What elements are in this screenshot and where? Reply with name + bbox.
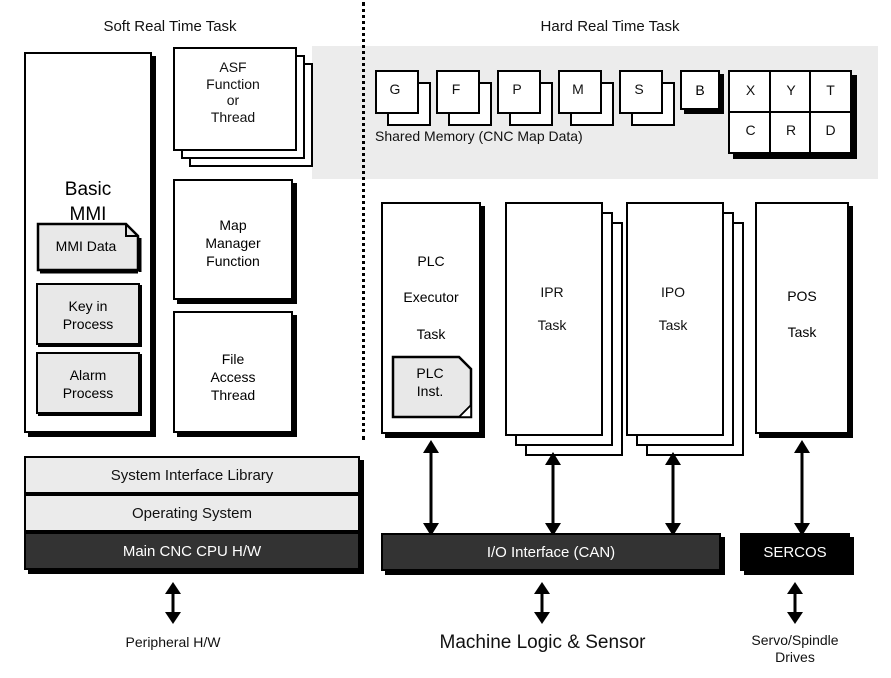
ipr-task-label: IPR Task	[537, 284, 567, 334]
shared-block-f-label: F	[451, 81, 461, 97]
ipr-task-stack[interactable]: IPR Task	[505, 202, 623, 456]
plc-inst-doc[interactable]: PLC Inst.	[391, 355, 473, 421]
shared-block-g[interactable]: G	[375, 70, 431, 126]
map-manager-box[interactable]: Map Manager Function	[173, 179, 293, 300]
map-manager-label: Map Manager Function	[205, 217, 261, 270]
ipo-to-io-arrow	[661, 452, 685, 536]
mmi-data-label: MMI Data	[55, 238, 117, 254]
servo-drives-label: Servo/Spindle Drives	[751, 632, 839, 665]
soft-hard-divider	[362, 2, 365, 440]
alarm-process-box[interactable]: Alarm Process	[36, 352, 140, 414]
io-interface-label: I/O Interface (CAN)	[486, 543, 616, 561]
shared-block-p-label: P	[512, 81, 522, 97]
system-interface-library-bar[interactable]: System Interface Library	[24, 456, 360, 494]
axis-cell-c[interactable]: C	[730, 113, 771, 152]
key-in-process-box[interactable]: Key in Process	[36, 283, 140, 345]
machine-logic-label: Machine Logic & Sensor	[439, 632, 646, 653]
axis-cell-d-label: D	[825, 122, 836, 138]
servo-drives-arrow	[783, 582, 807, 624]
pos-task-label: POS Task	[787, 288, 817, 341]
shared-block-s-label: S	[634, 81, 644, 97]
shared-block-p[interactable]: P	[497, 70, 553, 126]
diagram-canvas: Soft Real Time Task Hard Real Time Task …	[0, 0, 891, 678]
plc-to-io-arrow	[419, 440, 443, 536]
axis-cell-t[interactable]: T	[811, 72, 850, 113]
asf-function-label: ASF Function or Thread	[206, 59, 260, 125]
shared-block-b-label: B	[695, 82, 705, 98]
basic-mmi-label: Basic MMI	[64, 179, 112, 225]
mmi-data-doc[interactable]: MMI Data	[36, 222, 142, 276]
key-in-process-label: Key in Process	[62, 298, 114, 332]
axis-cell-y-label: Y	[786, 82, 796, 98]
ipo-task-stack[interactable]: IPO Task	[626, 202, 744, 456]
ipr-to-io-arrow	[541, 452, 565, 536]
sercos-label: SERCOS	[763, 543, 827, 561]
io-interface-bar[interactable]: I/O Interface (CAN)	[381, 533, 721, 571]
plc-inst-label: PLC Inst.	[416, 365, 444, 399]
system-interface-library-label: System Interface Library	[110, 466, 274, 484]
file-access-box[interactable]: File Access Thread	[173, 311, 293, 433]
shared-block-b[interactable]: B	[680, 70, 720, 110]
operating-system-label: Operating System	[131, 504, 253, 522]
shared-block-m[interactable]: M	[558, 70, 614, 126]
axis-cell-x-label: X	[745, 82, 756, 98]
axis-cell-r-label: R	[785, 122, 797, 138]
shared-memory-caption: Shared Memory (CNC Map Data)	[375, 128, 583, 144]
peripheral-arrow	[161, 582, 185, 624]
axis-cell-x[interactable]: X	[730, 72, 771, 113]
axis-cell-t-label: T	[826, 82, 835, 98]
axis-cell-d[interactable]: D	[811, 113, 850, 152]
shared-block-g-label: G	[389, 81, 401, 97]
soft-platform-stack: System Interface Library Operating Syste…	[24, 456, 360, 570]
shared-block-f[interactable]: F	[436, 70, 492, 126]
axis-cell-r[interactable]: R	[771, 113, 811, 152]
soft-real-time-title: Soft Real Time Task	[103, 18, 237, 35]
machine-logic-arrow	[530, 582, 554, 624]
sercos-bar[interactable]: SERCOS	[740, 533, 850, 571]
plc-executor-task-label: PLC Executor Task	[403, 253, 459, 342]
axis-grid[interactable]: X Y T C R D	[728, 70, 852, 154]
shared-block-s[interactable]: S	[619, 70, 675, 126]
asf-function-stack[interactable]: ASF Function or Thread	[173, 47, 313, 167]
axis-cell-y[interactable]: Y	[771, 72, 811, 113]
ipo-task-label: IPO Task	[658, 284, 688, 334]
peripheral-hw-label: Peripheral H/W	[125, 634, 221, 650]
operating-system-bar[interactable]: Operating System	[24, 494, 360, 532]
main-cnc-cpu-label: Main CNC CPU H/W	[122, 542, 262, 560]
pos-task-box[interactable]: POS Task	[755, 202, 849, 434]
axis-cell-c-label: C	[745, 122, 756, 138]
hard-real-time-title: Hard Real Time Task	[540, 18, 680, 35]
file-access-label: File Access Thread	[210, 351, 256, 404]
alarm-process-label: Alarm Process	[62, 367, 114, 401]
main-cnc-cpu-bar[interactable]: Main CNC CPU H/W	[24, 532, 360, 570]
pos-to-sercos-arrow	[790, 440, 814, 536]
shared-block-m-label: M	[572, 81, 584, 97]
